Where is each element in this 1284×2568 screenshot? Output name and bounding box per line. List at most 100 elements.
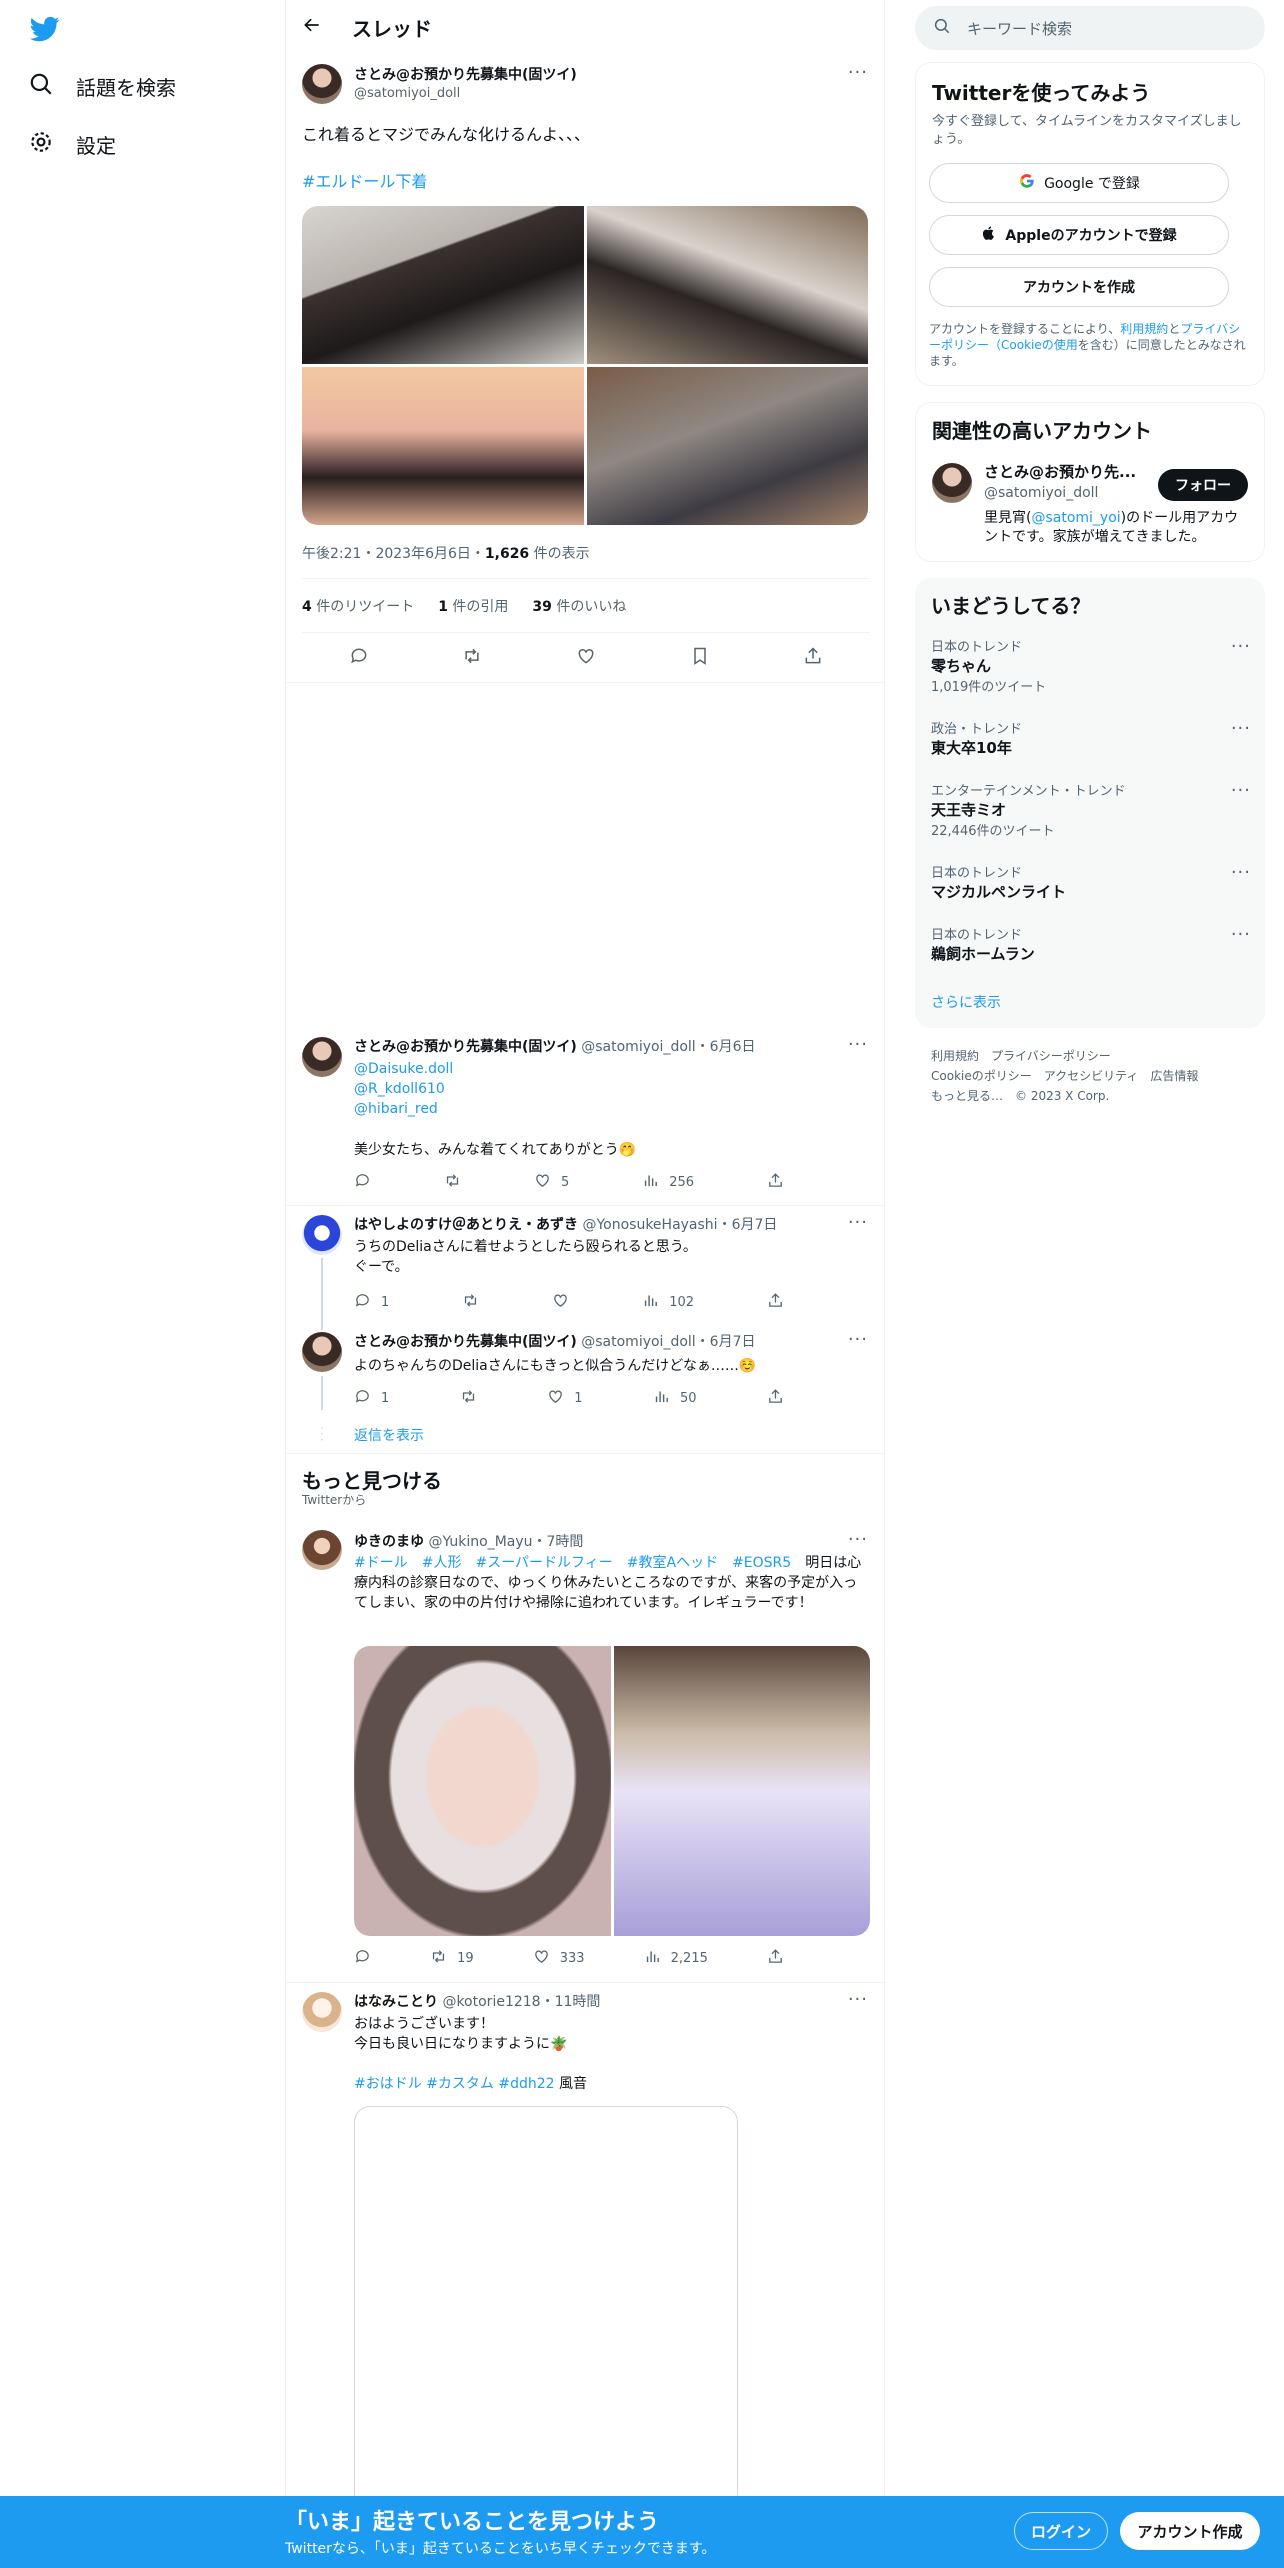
more-icon[interactable]: ···: [1231, 924, 1251, 945]
author-name[interactable]: ゆきのまゆ: [354, 1534, 424, 1550]
thread-column: スレッド さとみ@お預かり先募集中(固ツイ) @satomiyoi_doll ·…: [285, 0, 886, 2568]
trend-item[interactable]: 政治・トレンド 東大卒10年 ···: [931, 718, 1251, 758]
more-icon[interactable]: ···: [1231, 718, 1251, 739]
back-arrow-icon[interactable]: [302, 15, 322, 40]
retweet-button[interactable]: [460, 1388, 477, 1409]
views-button[interactable]: 50: [653, 1388, 697, 1409]
avatar[interactable]: [302, 1332, 342, 1372]
doll-photo[interactable]: [613, 1646, 870, 1936]
retweet-button[interactable]: 19: [430, 1948, 474, 1969]
nav-settings[interactable]: 設定: [28, 124, 116, 164]
author-name[interactable]: さとみ@お預かり先募集中(固ツイ): [354, 1334, 577, 1350]
retweet-button[interactable]: [462, 1292, 479, 1313]
author-handle[interactable]: @YonosukeHayashi・6月7日: [582, 1217, 777, 1233]
create-account-button[interactable]: アカウントを作成: [929, 267, 1229, 307]
bio-mention-link[interactable]: @satomi_yoi: [1031, 510, 1120, 526]
avatar[interactable]: [302, 1037, 342, 1077]
avatar[interactable]: [302, 64, 342, 104]
avatar[interactable]: [302, 1992, 342, 2032]
avatar[interactable]: [932, 463, 972, 503]
terms-link[interactable]: 利用規約: [1120, 322, 1168, 336]
retweet-icon[interactable]: [462, 646, 482, 670]
like-stat[interactable]: 39 件のいいね: [532, 596, 626, 616]
more-icon[interactable]: ···: [848, 1529, 868, 1550]
trend-item[interactable]: 日本のトレンド 零ちゃん 1,019件のツイート ···: [931, 636, 1251, 695]
like-button[interactable]: 5: [534, 1172, 569, 1193]
timestamp[interactable]: 午後2:21・2023年6月6日・: [302, 546, 485, 562]
trend-item[interactable]: 日本のトレンド 鵜飼ホームラン ···: [931, 924, 1251, 964]
signup-button[interactable]: アカウント作成: [1120, 2512, 1260, 2550]
show-replies-link[interactable]: 返信を表示: [354, 1425, 424, 1445]
like-count: 1: [574, 1391, 583, 1406]
related-handle[interactable]: @satomiyoi_doll: [984, 485, 1098, 501]
views-button[interactable]: 102: [642, 1292, 694, 1313]
share-icon[interactable]: [803, 646, 823, 670]
share-button[interactable]: [767, 1172, 784, 1193]
doll-photo[interactable]: [302, 206, 584, 364]
heart-icon[interactable]: [576, 646, 596, 670]
nav-explore[interactable]: 話題を検索: [28, 66, 176, 106]
author-handle[interactable]: @satomiyoi_doll・6月6日: [581, 1039, 755, 1055]
avatar[interactable]: [302, 1530, 342, 1570]
author-name[interactable]: さとみ@お預かり先募集中(固ツイ): [354, 1039, 577, 1055]
more-icon[interactable]: ···: [1231, 780, 1251, 801]
reply-button[interactable]: 1: [354, 1388, 389, 1409]
twitter-logo-icon[interactable]: [28, 14, 62, 44]
bookmark-icon[interactable]: [690, 646, 710, 670]
author-handle[interactable]: @kotorie1218・11時間: [442, 1994, 600, 2010]
hashtag-link[interactable]: #エルドール下着: [302, 171, 427, 193]
hashtag-links[interactable]: #おはドル #カスタム #ddh22: [354, 2076, 555, 2092]
reply-button[interactable]: [354, 1948, 371, 1969]
author-handle[interactable]: @satomiyoi_doll・6月7日: [581, 1334, 755, 1350]
more-icon[interactable]: ···: [848, 1989, 868, 2010]
login-button[interactable]: ログイン: [1014, 2512, 1108, 2550]
follow-button[interactable]: フォロー: [1158, 469, 1248, 501]
mention-link[interactable]: @hibari_red: [354, 1099, 453, 1119]
doll-photo[interactable]: [586, 206, 868, 364]
trend-item[interactable]: エンターテインメント・トレンド 天王寺ミオ 22,446件のツイート ···: [931, 780, 1251, 839]
footer-line[interactable]: もっと見る… © 2023 X Corp.: [931, 1086, 1198, 1106]
google-signup-button[interactable]: Google で登録: [929, 163, 1229, 203]
like-button[interactable]: 333: [533, 1948, 585, 1969]
doll-photo[interactable]: [354, 1646, 611, 1936]
mention-link[interactable]: @Daisuke.doll: [354, 1059, 453, 1079]
more-icon[interactable]: ···: [848, 1329, 868, 1350]
share-button[interactable]: [767, 1388, 784, 1409]
like-button[interactable]: [552, 1292, 569, 1313]
trend-item[interactable]: 日本のトレンド マジカルペンライト ···: [931, 862, 1251, 902]
author-name[interactable]: はやしよのすけ＠あとりえ・あずき: [354, 1217, 578, 1233]
views-button[interactable]: 2,215: [644, 1948, 708, 1969]
author-name[interactable]: さとみ@お預かり先募集中(固ツイ): [354, 64, 577, 84]
more-icon[interactable]: ···: [848, 1212, 868, 1233]
more-icon[interactable]: ···: [1231, 636, 1251, 657]
reply-button[interactable]: 1: [354, 1292, 389, 1313]
author-handle[interactable]: @satomiyoi_doll: [354, 86, 577, 101]
retweet-stat[interactable]: 4 件のリツイート: [302, 596, 414, 616]
like-button[interactable]: 1: [547, 1388, 583, 1409]
related-name[interactable]: さとみ@お預かり先...: [984, 461, 1136, 482]
author-name[interactable]: はなみことり: [354, 1994, 438, 2010]
retweet-button[interactable]: [444, 1172, 461, 1193]
hashtag-links[interactable]: #ドール #人形 #スーパードルフィー #教室Aヘッド #EOSR5: [354, 1555, 791, 1571]
embedded-media-card[interactable]: [354, 2106, 738, 2526]
more-icon[interactable]: ···: [848, 1034, 868, 1055]
mention-link[interactable]: @R_kdoll610: [354, 1079, 453, 1099]
show-more-link[interactable]: さらに表示: [931, 992, 1001, 1012]
share-button[interactable]: [767, 1948, 784, 1969]
more-icon[interactable]: ···: [1231, 862, 1251, 883]
author-handle[interactable]: @Yukino_Mayu・7時間: [428, 1534, 583, 1550]
doll-photo[interactable]: [586, 367, 868, 525]
search-box[interactable]: キーワード検索: [915, 6, 1265, 50]
quote-stat[interactable]: 1 件の引用: [438, 596, 508, 616]
search-input[interactable]: キーワード検索: [967, 18, 1072, 39]
avatar[interactable]: [302, 1215, 342, 1255]
doll-photo[interactable]: [302, 367, 584, 525]
views-button[interactable]: 256: [642, 1172, 694, 1193]
footer-line[interactable]: Cookieのポリシー アクセシビリティ 広告情報: [931, 1066, 1198, 1086]
reply-icon[interactable]: [349, 646, 369, 670]
share-button[interactable]: [767, 1292, 784, 1313]
footer-line[interactable]: 利用規約 プライバシーポリシー: [931, 1046, 1198, 1066]
reply-button[interactable]: [354, 1172, 371, 1193]
apple-signup-button[interactable]: Appleのアカウントで登録: [929, 215, 1229, 255]
more-icon[interactable]: ···: [848, 62, 868, 83]
